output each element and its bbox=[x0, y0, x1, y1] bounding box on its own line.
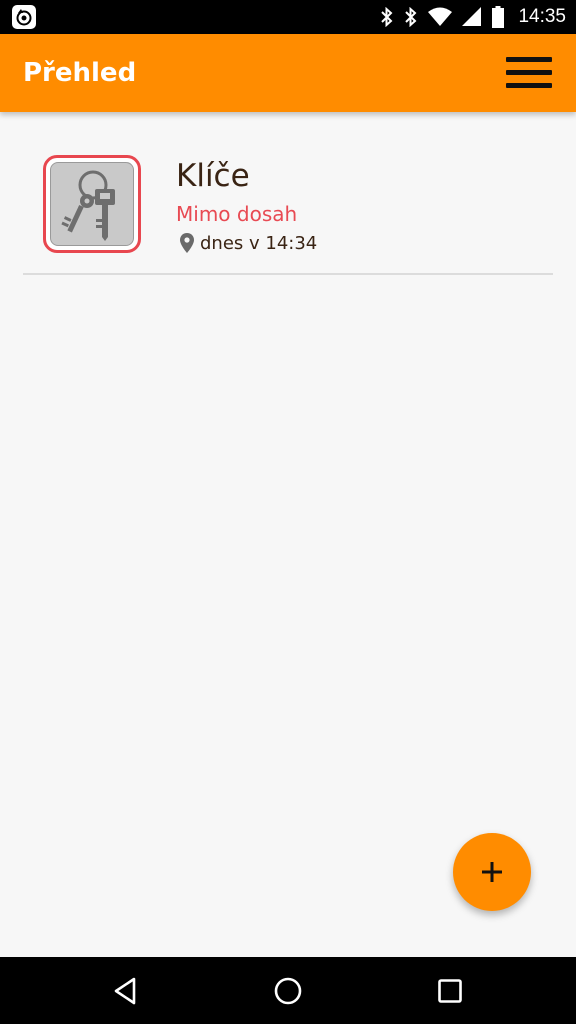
wifi-icon bbox=[428, 7, 453, 26]
last-seen-time: dnes v 14:34 bbox=[200, 232, 318, 254]
device-status: Mimo dosah bbox=[176, 202, 298, 226]
status-icons: 14:35 bbox=[380, 0, 566, 34]
app-notification-icon bbox=[12, 5, 36, 29]
back-icon[interactable] bbox=[108, 973, 144, 1009]
battery-icon bbox=[492, 6, 505, 28]
device-list: Klíče Mimo dosah dnes v 14:34 bbox=[0, 112, 576, 957]
list-item-device[interactable]: Klíče Mimo dosah dnes v 14:34 bbox=[23, 140, 553, 274]
location-pin-icon bbox=[180, 233, 194, 253]
hamburger-menu-icon[interactable] bbox=[506, 54, 552, 92]
status-time: 14:35 bbox=[518, 6, 566, 27]
signal-icon bbox=[462, 7, 482, 26]
page-title: Přehled bbox=[23, 58, 137, 88]
bluetooth-icon bbox=[381, 7, 393, 27]
keys-icon bbox=[61, 170, 115, 241]
list-divider bbox=[23, 273, 553, 275]
bluetooth-icon bbox=[405, 7, 417, 27]
home-icon[interactable] bbox=[270, 973, 306, 1009]
navigation-bar bbox=[0, 957, 576, 1024]
add-device-button[interactable] bbox=[453, 833, 531, 911]
device-name: Klíče bbox=[176, 158, 250, 194]
app-bar: Přehled bbox=[0, 34, 576, 112]
plus-icon bbox=[482, 862, 502, 882]
device-location: dnes v 14:34 bbox=[180, 231, 317, 255]
status-bar: 14:35 bbox=[0, 0, 576, 34]
recents-icon[interactable] bbox=[432, 973, 468, 1009]
device-thumbnail bbox=[43, 155, 141, 253]
